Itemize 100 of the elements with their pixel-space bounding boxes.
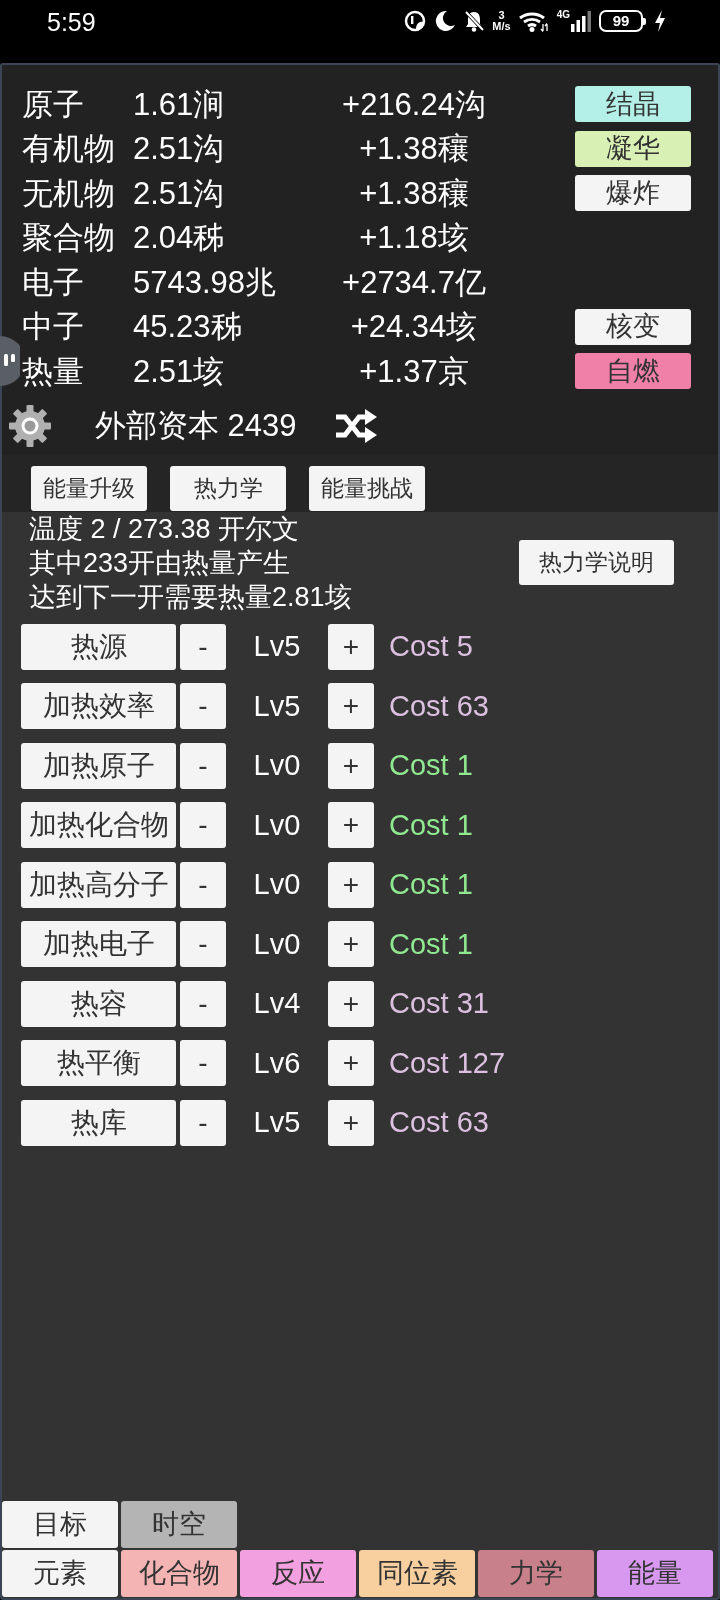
increase-button[interactable]: + bbox=[328, 802, 374, 848]
upgrade-button[interactable]: 热平衡 bbox=[21, 1040, 176, 1086]
resource-rate: +24.34垓 bbox=[349, 311, 479, 343]
cost-label: Cost 1 bbox=[389, 810, 473, 840]
decrease-button[interactable]: - bbox=[180, 980, 226, 1027]
nav-tab[interactable]: 同位素 bbox=[359, 1550, 475, 1597]
resource-name: 电子 bbox=[22, 266, 85, 298]
upgrade-button[interactable]: 加热电子 bbox=[21, 921, 176, 967]
info-line: 温度 2 / 273.38 开尔文 bbox=[29, 512, 301, 546]
increase-button[interactable]: + bbox=[328, 1040, 374, 1086]
upgrade-button[interactable]: 热库 bbox=[21, 1099, 176, 1146]
shuffle-icon[interactable] bbox=[333, 407, 378, 444]
settings-icon[interactable] bbox=[8, 403, 52, 448]
nav-tab[interactable]: 力学 bbox=[478, 1550, 594, 1597]
decrease-button[interactable]: - bbox=[180, 1040, 226, 1086]
info-line: 达到下一开需要热量2.81垓 bbox=[29, 580, 352, 614]
level-label: Lv4 bbox=[252, 989, 302, 1018]
upgrade-button[interactable]: 热容 bbox=[21, 980, 176, 1027]
battery-level: 99 bbox=[599, 10, 643, 32]
resource-name: 热量 bbox=[22, 355, 85, 387]
nav-tab[interactable]: 反应 bbox=[240, 1550, 356, 1597]
resource-name: 中子 bbox=[22, 311, 85, 343]
resource-amount: 2.04秭 bbox=[133, 222, 226, 254]
resource-amount: 2.51沟 bbox=[133, 133, 226, 165]
nav-tab[interactable]: 时空 bbox=[121, 1501, 237, 1548]
cost-label: Cost 31 bbox=[389, 989, 489, 1018]
network-type: 4G bbox=[556, 10, 570, 20]
decrease-button[interactable]: - bbox=[180, 921, 226, 967]
level-label: Lv5 bbox=[252, 1108, 302, 1137]
cost-label: Cost 5 bbox=[389, 632, 473, 661]
charging-bolt-icon bbox=[654, 10, 666, 32]
cost-label: Cost 1 bbox=[389, 870, 473, 899]
info-line: 其中233开由热量产生 bbox=[29, 546, 292, 580]
bell-off-icon bbox=[464, 10, 485, 32]
decrease-button[interactable]: - bbox=[180, 623, 226, 670]
ring-leaf-icon bbox=[404, 10, 427, 32]
nav-tab[interactable]: 能量 bbox=[597, 1550, 713, 1597]
action-button[interactable]: 凝华 bbox=[575, 130, 691, 167]
decrease-button[interactable]: - bbox=[180, 1099, 226, 1146]
resource-rate: +2734.7亿 bbox=[341, 266, 487, 298]
help-button[interactable]: 热力学说明 bbox=[519, 540, 674, 585]
sub-tab[interactable]: 热力学 bbox=[170, 465, 286, 511]
increase-button[interactable]: + bbox=[328, 623, 374, 670]
resource-name: 有机物 bbox=[22, 133, 116, 165]
resource-name: 原子 bbox=[22, 88, 85, 120]
increase-button[interactable]: + bbox=[328, 861, 374, 908]
clock-time: 5:59 bbox=[47, 8, 96, 36]
resource-amount: 1.61涧 bbox=[133, 88, 226, 120]
resource-rate: +1.37京 bbox=[358, 355, 470, 387]
level-label: Lv0 bbox=[252, 929, 302, 959]
level-label: Lv0 bbox=[252, 810, 302, 840]
level-label: Lv6 bbox=[252, 1048, 302, 1078]
level-label: Lv0 bbox=[252, 870, 302, 899]
upgrade-button[interactable]: 加热化合物 bbox=[21, 802, 176, 848]
resource-amount: 45.23秭 bbox=[133, 311, 243, 343]
increase-button[interactable]: + bbox=[328, 980, 374, 1027]
action-button[interactable]: 爆炸 bbox=[575, 175, 691, 212]
upgrade-button[interactable]: 加热效率 bbox=[21, 683, 176, 729]
action-button[interactable]: 核变 bbox=[575, 308, 691, 345]
cost-label: Cost 1 bbox=[389, 929, 473, 959]
cost-label: Cost 127 bbox=[389, 1048, 506, 1078]
upgrade-button[interactable]: 加热高分子 bbox=[21, 861, 176, 908]
decrease-button[interactable]: - bbox=[180, 742, 226, 789]
sub-tab[interactable]: 能量挑战 bbox=[309, 465, 425, 511]
resource-amount: 2.51沟 bbox=[133, 177, 226, 209]
net-speed-value: 3 bbox=[498, 10, 505, 21]
level-label: Lv0 bbox=[252, 751, 302, 780]
capital-label: 外部资本 2439 bbox=[95, 410, 297, 441]
resource-rate: +1.18垓 bbox=[358, 222, 470, 254]
resource-rate: +1.38穰 bbox=[358, 133, 470, 165]
nav-tab[interactable]: 化合物 bbox=[121, 1550, 237, 1597]
level-label: Lv5 bbox=[252, 632, 302, 661]
increase-button[interactable]: + bbox=[328, 1099, 374, 1146]
decrease-button[interactable]: - bbox=[180, 861, 226, 908]
action-button[interactable]: 自燃 bbox=[575, 353, 691, 390]
resource-rate: +1.38穰 bbox=[358, 177, 470, 209]
increase-button[interactable]: + bbox=[328, 683, 374, 729]
resource-amount: 5743.98兆 bbox=[133, 266, 278, 298]
level-label: Lv5 bbox=[252, 691, 302, 721]
resource-rate: +216.24沟 bbox=[341, 88, 487, 120]
upgrade-button[interactable]: 热源 bbox=[21, 623, 176, 670]
decrease-button[interactable]: - bbox=[180, 683, 226, 729]
upgrade-button[interactable]: 加热原子 bbox=[21, 742, 176, 789]
nav-tab[interactable]: 元素 bbox=[2, 1550, 118, 1597]
action-button[interactable]: 结晶 bbox=[575, 86, 691, 123]
resource-name: 聚合物 bbox=[22, 222, 116, 254]
moon-icon bbox=[434, 10, 457, 32]
cost-label: Cost 63 bbox=[389, 1108, 489, 1137]
decrease-button[interactable]: - bbox=[180, 802, 226, 848]
net-speed-unit: M/s bbox=[492, 21, 511, 32]
wifi-icon bbox=[518, 10, 549, 32]
resource-name: 无机物 bbox=[22, 177, 116, 209]
cost-label: Cost 1 bbox=[389, 751, 473, 780]
nav-tab[interactable]: 目标 bbox=[2, 1501, 118, 1548]
increase-button[interactable]: + bbox=[328, 921, 374, 967]
sub-tab[interactable]: 能量升级 bbox=[31, 465, 147, 511]
resource-amount: 2.51垓 bbox=[133, 355, 226, 387]
increase-button[interactable]: + bbox=[328, 742, 374, 789]
signal-icon bbox=[571, 10, 591, 32]
cost-label: Cost 63 bbox=[389, 691, 489, 721]
